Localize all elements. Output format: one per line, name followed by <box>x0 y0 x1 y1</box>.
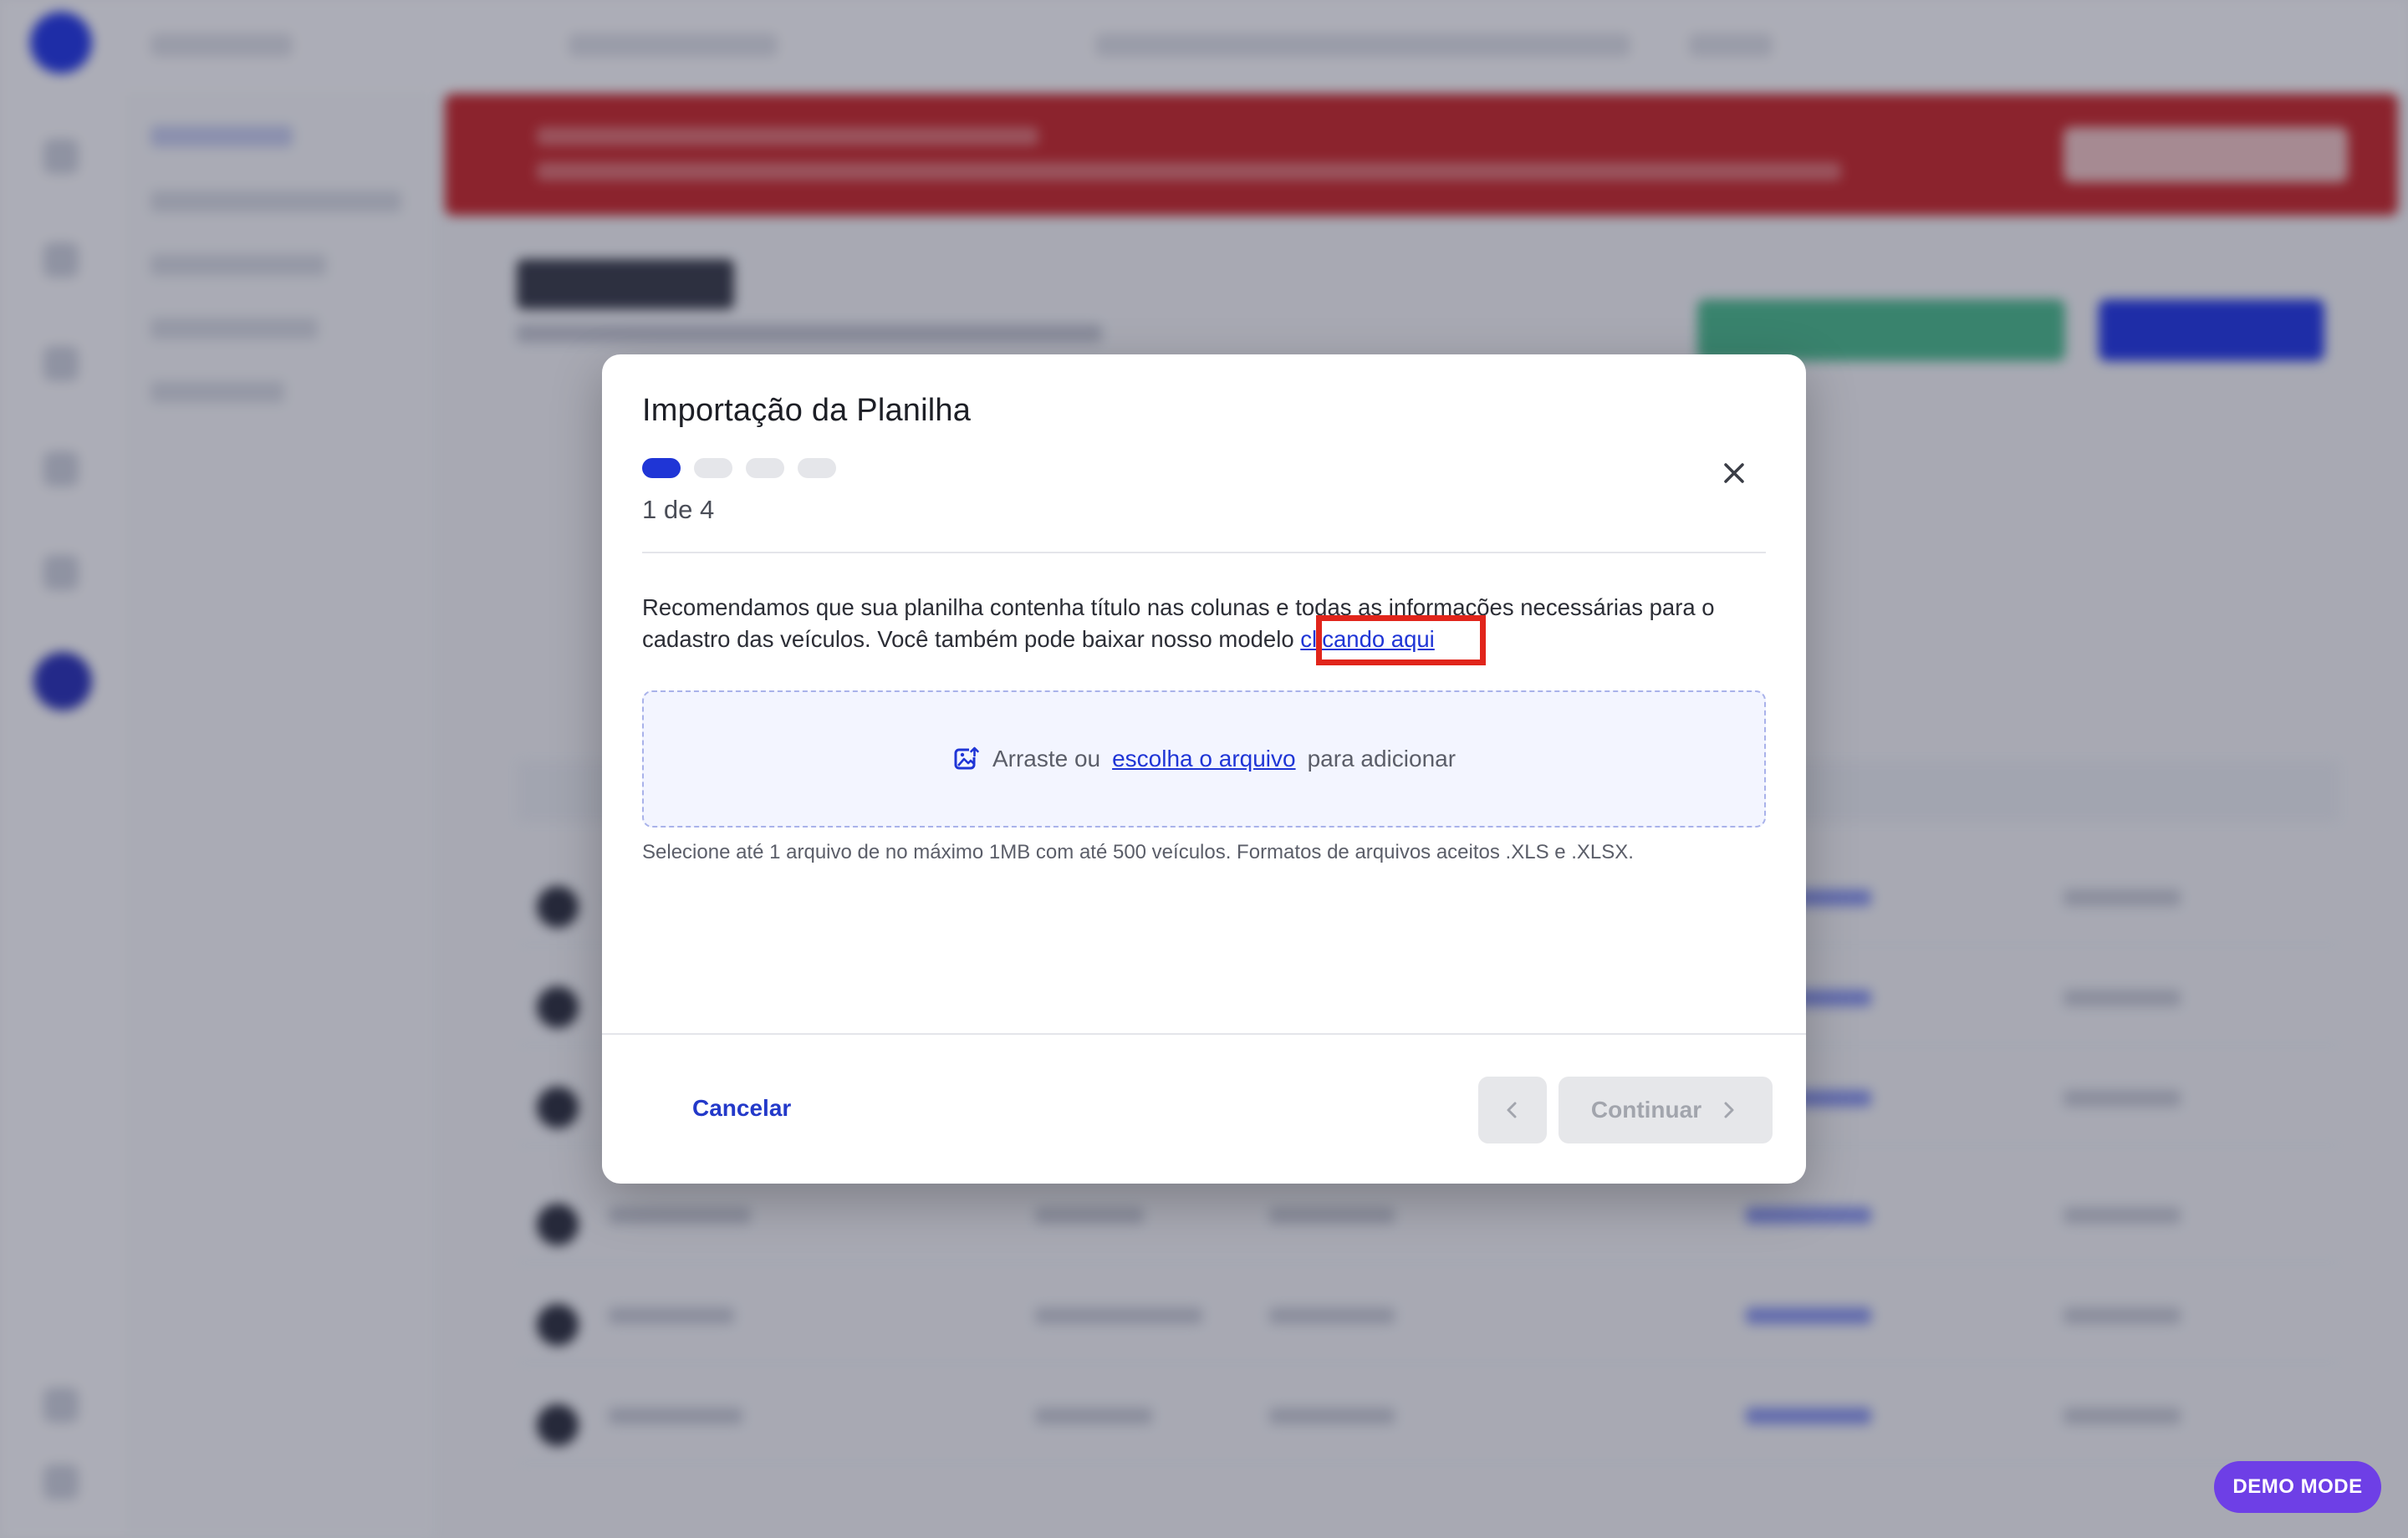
modal-title: Importação da Planilha <box>642 393 972 428</box>
header-divider <box>642 552 1766 553</box>
step-dot-active <box>642 458 681 478</box>
previous-button[interactable] <box>1478 1077 1547 1143</box>
step-indicator <box>642 458 836 478</box>
cancel-button[interactable]: Cancelar <box>692 1095 791 1122</box>
step-dot <box>694 458 732 478</box>
description-text: Recomendamos que sua planilha contenha t… <box>642 592 1771 655</box>
file-requirements-hint: Selecione até 1 arquivo de no máximo 1MB… <box>642 841 1634 863</box>
demo-mode-badge[interactable]: DEMO MODE <box>2214 1461 2381 1513</box>
step-dot <box>798 458 836 478</box>
import-spreadsheet-modal: Importação da Planilha 1 de 4 Recomendam… <box>602 354 1806 1184</box>
footer-divider <box>602 1033 1806 1035</box>
close-icon <box>1724 463 1744 483</box>
close-button[interactable] <box>1712 451 1756 495</box>
dropzone-prefix: Arraste ou <box>992 746 1101 772</box>
chevron-left-icon <box>1507 1102 1517 1118</box>
image-upload-icon <box>954 746 980 770</box>
step-counter: 1 de 4 <box>642 495 715 524</box>
step-dot <box>746 458 784 478</box>
download-template-link[interactable]: clicando aqui <box>1300 626 1435 652</box>
dropzone-suffix: para adicionar <box>1307 746 1457 772</box>
choose-file-link[interactable]: escolha o arquivo <box>1112 746 1295 772</box>
chevron-right-icon <box>1724 1102 1734 1118</box>
continue-button[interactable]: Continuar <box>1559 1077 1773 1143</box>
description-body: Recomendamos que sua planilha contenha t… <box>642 594 1715 652</box>
continue-label: Continuar <box>1590 1097 1702 1123</box>
file-dropzone[interactable]: Arraste ou escolha o arquivo para adicio… <box>642 690 1766 828</box>
